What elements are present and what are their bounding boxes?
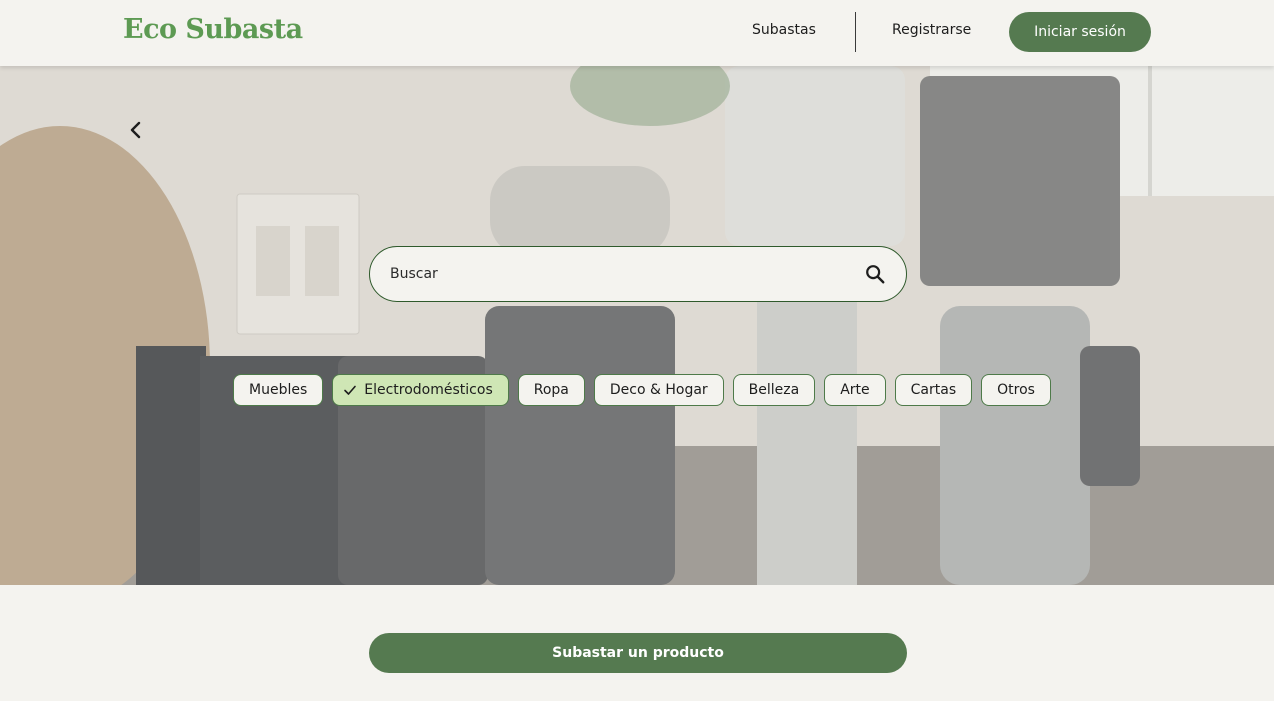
- category-chip-muebles[interactable]: Muebles: [233, 374, 324, 406]
- nav-auctions-link[interactable]: Subastas: [752, 22, 816, 38]
- category-chip-electrodomesticos[interactable]: Electrodomésticos: [332, 374, 509, 406]
- auction-product-button[interactable]: Subastar un producto: [369, 633, 907, 673]
- logo[interactable]: Eco Subasta: [123, 14, 303, 45]
- nav-register-link[interactable]: Registrarse: [892, 22, 971, 38]
- category-chip-otros[interactable]: Otros: [981, 374, 1051, 406]
- hero-banner: [0, 66, 1274, 585]
- nav-divider: [855, 12, 856, 52]
- check-icon: [344, 385, 357, 395]
- category-chip-belleza[interactable]: Belleza: [732, 374, 816, 406]
- top-navbar: Eco Subasta Subastas Registrarse Iniciar…: [0, 0, 1274, 66]
- hero-overlay: [0, 66, 1274, 585]
- category-chip-ropa[interactable]: Ropa: [517, 374, 585, 406]
- category-chip-cartas[interactable]: Cartas: [894, 374, 973, 406]
- search-icon[interactable]: [864, 263, 886, 285]
- search-input[interactable]: [390, 266, 864, 282]
- login-button[interactable]: Iniciar sesión: [1009, 12, 1151, 52]
- search-bar: [369, 246, 907, 302]
- chevron-left-icon[interactable]: [124, 118, 148, 142]
- category-chip-deco-hogar[interactable]: Deco & Hogar: [593, 374, 724, 406]
- category-chip-arte[interactable]: Arte: [824, 374, 886, 406]
- category-chips: Muebles Electrodomésticos Ropa Deco & Ho…: [233, 374, 1051, 406]
